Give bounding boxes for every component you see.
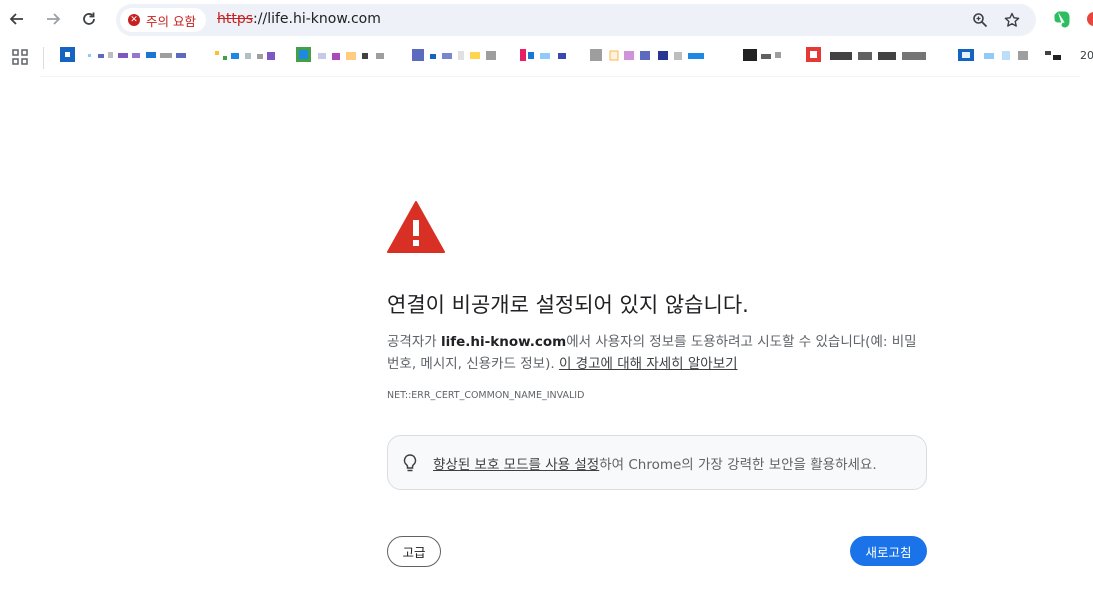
url-scheme: https	[217, 11, 254, 27]
blurred-bookmark-icon	[958, 49, 1028, 61]
enhanced-protection-banner: 향상된 보호 모드를 사용 설정하여 Chrome의 가장 강력한 보안을 활용…	[387, 435, 927, 490]
forward-button[interactable]	[40, 6, 66, 32]
error-code[interactable]: NET::ERR_CERT_COMMON_NAME_INVALID	[387, 390, 584, 401]
security-chip[interactable]: ✕ 주의 요함	[120, 8, 206, 32]
learn-more-link[interactable]: 이 경고에 대해 자세히 알아보기	[559, 356, 738, 372]
bookmark-trailing-text[interactable]: 20	[1080, 49, 1093, 62]
apps-grid-icon[interactable]	[12, 49, 28, 65]
warning-triangle-icon	[387, 201, 445, 253]
zoom-icon	[973, 13, 988, 28]
bookmark-item[interactable]	[806, 47, 931, 63]
lightbulb-icon	[403, 454, 417, 472]
blurred-bookmark-icon	[60, 47, 186, 62]
extension-icon[interactable]	[1084, 9, 1093, 29]
bookmark-item[interactable]	[215, 47, 280, 63]
enhanced-protection-link[interactable]: 향상된 보호 모드를 사용 설정	[433, 457, 599, 473]
browser-toolbar: ✕ 주의 요함 https://life.hi-know.com	[0, 0, 1093, 40]
blurred-bookmark-icon	[520, 49, 566, 61]
bookmark-item[interactable]	[412, 47, 502, 63]
back-button[interactable]	[4, 6, 30, 32]
bookmarks-bar: 20	[0, 40, 1093, 76]
banner-text: 향상된 보호 모드를 사용 설정하여 Chrome의 가장 강력한 보안을 활용…	[433, 453, 877, 473]
blurred-bookmark-icon	[590, 49, 704, 61]
url-host: ://life.hi-know.com	[253, 11, 381, 27]
error-circle-icon: ✕	[128, 14, 140, 26]
security-chip-label: 주의 요함	[146, 13, 196, 29]
blurred-bookmark-icon	[215, 51, 275, 60]
bookmark-item[interactable]	[743, 47, 783, 63]
blurred-bookmark-icon	[743, 49, 781, 61]
bookmark-item[interactable]	[296, 47, 396, 63]
blurred-bookmark-icon	[806, 47, 926, 62]
warning-description: 공격자가 life.hi-know.com에서 사용자의 정보를 도용하려고 시…	[387, 331, 927, 375]
arrow-right-icon	[47, 13, 61, 25]
blurred-bookmark-icon	[412, 49, 496, 61]
url-text[interactable]: https://life.hi-know.com	[217, 11, 381, 27]
reload-icon	[83, 12, 95, 25]
bookmark-item[interactable]	[590, 47, 720, 63]
address-bar[interactable]: ✕ 주의 요함 https://life.hi-know.com	[116, 4, 1036, 36]
bookmark-star-button[interactable]	[1001, 9, 1023, 31]
reload-button[interactable]	[76, 6, 102, 32]
banner-text-suffix: 하여 Chrome의 가장 강력한 보안을 활용하세요.	[599, 457, 877, 473]
bookmark-item[interactable]	[520, 47, 570, 63]
description-prefix: 공격자가	[387, 334, 441, 350]
blurred-bookmark-icon	[1045, 51, 1061, 60]
bookmark-item[interactable]	[958, 47, 1033, 63]
blurred-bookmark-icon	[296, 47, 384, 62]
zoom-button[interactable]	[969, 9, 991, 31]
reload-page-button[interactable]: 새로고침	[850, 536, 927, 566]
evernote-extension-icon[interactable]	[1052, 9, 1072, 29]
bookmark-item[interactable]	[1043, 47, 1063, 63]
bookmark-item[interactable]	[60, 47, 190, 63]
toolbar-divider	[40, 76, 1080, 77]
arrow-left-icon	[9, 13, 23, 25]
star-icon	[1004, 12, 1020, 27]
advanced-button[interactable]: 고급	[387, 536, 441, 567]
page-title: 연결이 비공개로 설정되어 있지 않습니다.	[387, 293, 749, 317]
bookmarks-separator	[43, 47, 44, 69]
description-host: life.hi-know.com	[440, 334, 567, 350]
